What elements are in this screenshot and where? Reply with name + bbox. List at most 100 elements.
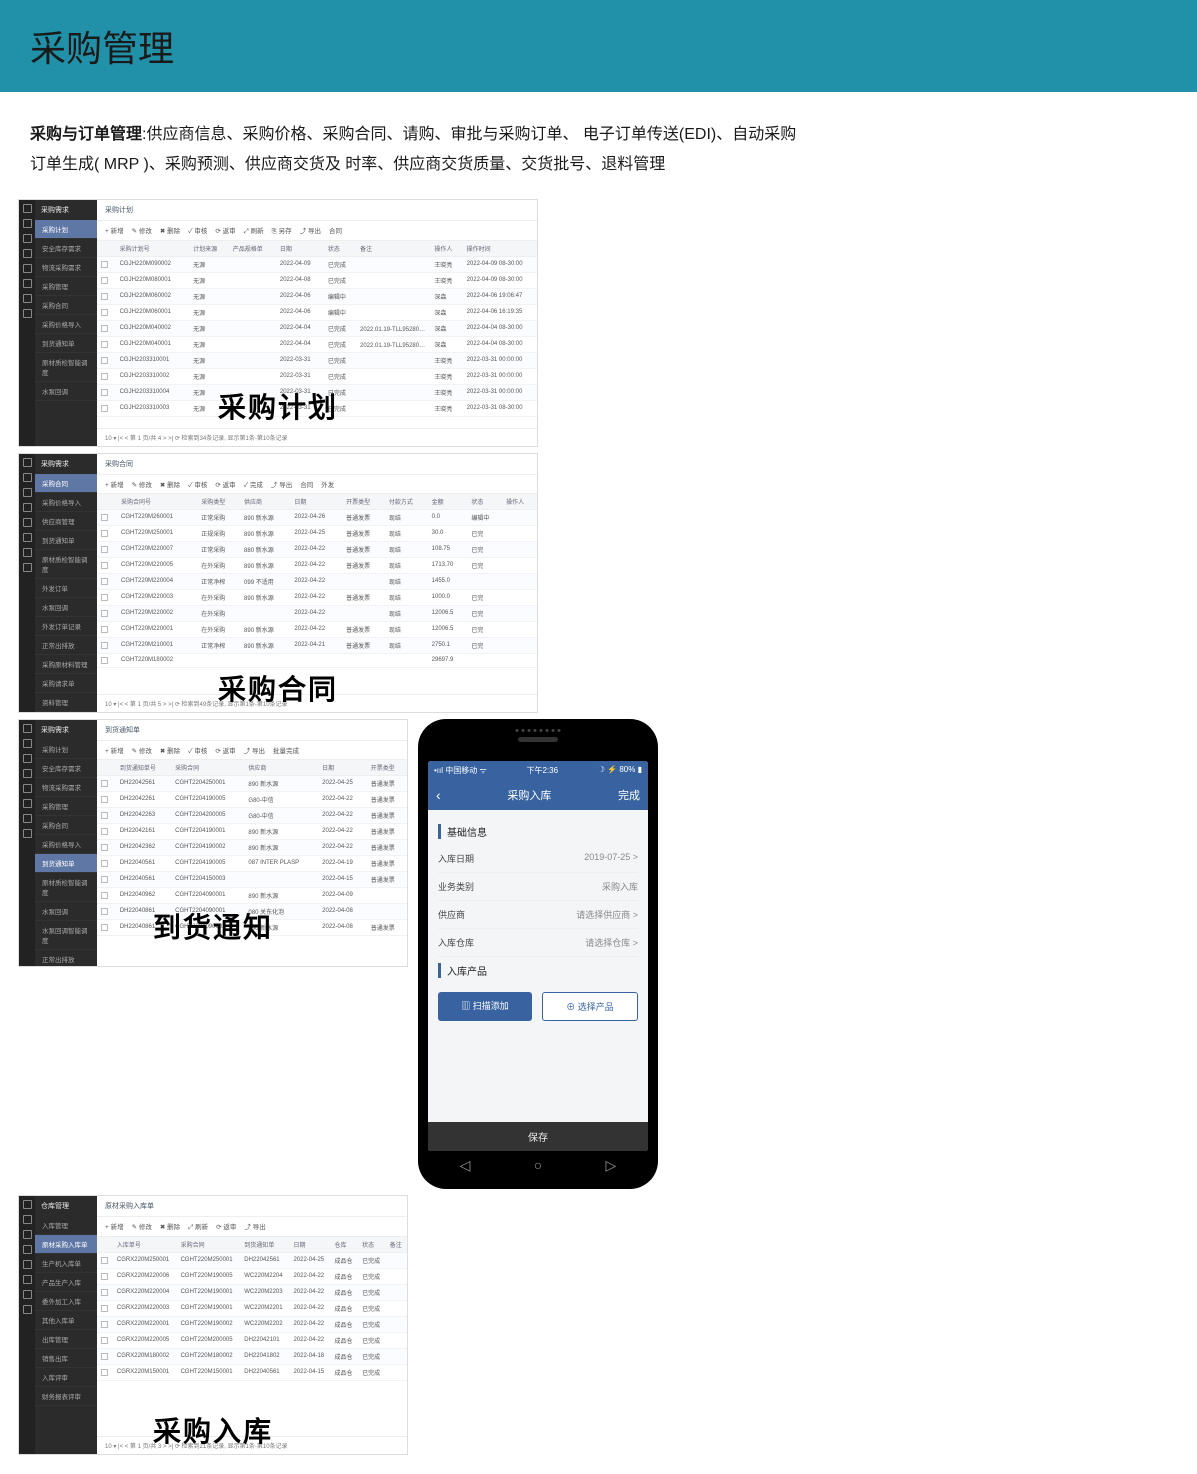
table-row[interactable]: CGJH220M060001无源2022-04-06编辑中深森2022-04-0…: [97, 304, 537, 320]
row-checkbox[interactable]: [101, 796, 108, 803]
sidebar-item[interactable]: 外发订单: [35, 579, 97, 598]
table-row[interactable]: CGHT220M220001在外采购890 新水源2022-04-22普通发票现…: [97, 621, 537, 637]
rail-icon[interactable]: [23, 1230, 32, 1239]
table-row[interactable]: CGRX220M220004CGHT220M190001WC220M220320…: [97, 1284, 407, 1300]
column-header[interactable]: 付款方式: [385, 494, 428, 510]
column-header[interactable]: 日期: [318, 760, 367, 776]
rail-icon[interactable]: [23, 1305, 32, 1314]
table-row[interactable]: CGJH2203310004无源2022-03-31已完成王晓亮2022-03-…: [97, 384, 537, 400]
column-header[interactable]: 采购合同: [177, 1237, 241, 1253]
toolbar-button[interactable]: ✎ 修改: [132, 1221, 152, 1232]
column-header[interactable]: 状态: [467, 494, 502, 510]
toolbar-button[interactable]: ⟳ 返审: [216, 1221, 236, 1232]
table-row[interactable]: CGRX220M220003CGHT220M190001WC220M220120…: [97, 1300, 407, 1316]
sidebar-item[interactable]: 原材质检智能调度: [35, 873, 97, 902]
toolbar-button[interactable]: ⤴ 导出: [271, 479, 292, 489]
sidebar-item[interactable]: 销售出库: [35, 1349, 97, 1368]
column-header[interactable]: 备注: [356, 241, 430, 257]
rail-icon[interactable]: [23, 488, 32, 497]
rail-icon[interactable]: [23, 1290, 32, 1299]
rail-icon[interactable]: [23, 249, 32, 258]
row-checkbox[interactable]: [101, 876, 108, 883]
row-checkbox[interactable]: [101, 357, 108, 364]
sidebar-item[interactable]: 其他入库单: [35, 1311, 97, 1330]
column-header[interactable]: 采购类型: [197, 494, 240, 510]
recent-soft-key[interactable]: ▷: [606, 1157, 617, 1174]
toolbar-button[interactable]: ⤢ 刷新: [188, 1221, 208, 1232]
column-header[interactable]: 仓库: [331, 1237, 359, 1253]
column-header[interactable]: 金额: [428, 494, 468, 510]
rail-icon[interactable]: [23, 1260, 32, 1269]
toolbar-button[interactable]: ⎘ 另存: [272, 225, 292, 236]
table-row[interactable]: DH22042362CGHT2204190002890 新水源2022-04-2…: [97, 839, 407, 855]
done-button[interactable]: 完成: [618, 787, 640, 803]
toolbar-button[interactable]: ⟳ 返审: [215, 225, 235, 236]
row-checkbox[interactable]: [101, 924, 108, 931]
table-row[interactable]: CGJH220M080001无源2022-04-08已完成王晓亮2022-04-…: [97, 272, 537, 288]
table-row[interactable]: DH22042261CGHT2204190005G80-中信2022-04-22…: [97, 791, 407, 807]
row-checkbox[interactable]: [101, 405, 108, 412]
toolbar-button[interactable]: ⟳ 返审: [215, 479, 235, 489]
toolbar-button[interactable]: 批量完成: [273, 745, 299, 755]
table-row[interactable]: DH22040962CGHT2204090001890 新水源2022-04-0…: [97, 887, 407, 903]
row-checkbox[interactable]: [101, 828, 108, 835]
row-checkbox[interactable]: [101, 1321, 108, 1328]
table-row[interactable]: CGRX220M250001CGHT220M250001DH2204256120…: [97, 1252, 407, 1268]
sidebar-item[interactable]: 物流采购需求: [35, 778, 97, 797]
pager[interactable]: 10 ▾ |< < 第 1 页/共 4 > >| ⟳ 检索到34条记录, 显示第…: [97, 428, 537, 446]
table-row[interactable]: CGHT220M18000229697.9: [97, 653, 537, 667]
rail-icon[interactable]: [23, 799, 32, 808]
toolbar-button[interactable]: ✓ 审核: [188, 479, 207, 489]
table-row[interactable]: CGHT220M220003在外采购890 新水源2022-04-22普通发票现…: [97, 589, 537, 605]
row-checkbox[interactable]: [101, 373, 108, 380]
table-row[interactable]: CGRX220M180002CGHT220M180002DH2204180220…: [97, 1348, 407, 1364]
rail-icon[interactable]: [23, 754, 32, 763]
scan-add-button[interactable]: ▥ 扫描添加: [438, 992, 532, 1021]
toolbar-button[interactable]: ✖ 删除: [160, 1221, 180, 1232]
rail-icon[interactable]: [23, 1275, 32, 1284]
column-header[interactable]: 供应商: [244, 760, 318, 776]
toolbar-button[interactable]: ✖ 删除: [160, 225, 180, 236]
rail-icon[interactable]: [23, 279, 32, 288]
row-checkbox[interactable]: [101, 1273, 108, 1280]
table-row[interactable]: CGHT220M220005在外采购890 新水源2022-04-22普通发票现…: [97, 557, 537, 573]
column-header[interactable]: 产品规格单: [229, 241, 276, 257]
toolbar-button[interactable]: + 新增: [105, 745, 124, 755]
sidebar-item[interactable]: 采购合同: [35, 296, 97, 315]
sidebar-item[interactable]: 到货通知单: [35, 531, 97, 550]
table-row[interactable]: DH22040561CGHT2204190005087 INTER PLASP2…: [97, 855, 407, 871]
home-soft-key[interactable]: ○: [534, 1157, 542, 1174]
sidebar-item[interactable]: 采购请求单: [35, 674, 97, 693]
sidebar-item[interactable]: 采购管理: [35, 797, 97, 816]
row-checkbox[interactable]: [101, 642, 108, 649]
toolbar-button[interactable]: ⤴ 导出: [244, 1221, 265, 1232]
toolbar-button[interactable]: + 新增: [105, 479, 124, 489]
toolbar-button[interactable]: ⟳ 返审: [215, 745, 235, 755]
toolbar-button[interactable]: ✎ 修改: [132, 745, 152, 755]
column-header[interactable]: 计划来源: [189, 241, 229, 257]
row-checkbox[interactable]: [101, 626, 108, 633]
row-checkbox[interactable]: [101, 277, 108, 284]
toolbar-button[interactable]: ✎ 修改: [132, 479, 152, 489]
column-header[interactable]: 开票类型: [342, 494, 385, 510]
rail-icon[interactable]: [23, 473, 32, 482]
table-row[interactable]: DH22040561CGHT22041500032022-04-15普通发票: [97, 871, 407, 887]
sidebar-item[interactable]: 产品生产入库: [35, 1273, 97, 1292]
row-checkbox[interactable]: [101, 1369, 108, 1376]
sidebar-item[interactable]: 采购管理: [35, 277, 97, 296]
column-header[interactable]: 日期: [276, 241, 324, 257]
toolbar-button[interactable]: 外发: [321, 479, 334, 489]
sidebar-item[interactable]: 财务报表评审: [35, 1387, 97, 1406]
form-row[interactable]: 业务类别采购入库: [438, 873, 638, 901]
row-checkbox[interactable]: [101, 1353, 108, 1360]
column-header[interactable]: 到货通知单: [240, 1237, 289, 1253]
sidebar-item[interactable]: 采购计划: [35, 740, 97, 759]
rail-icon[interactable]: [23, 518, 32, 527]
sidebar-item[interactable]: 采购合同: [35, 816, 97, 835]
form-row[interactable]: 入库仓库请选择仓库 >: [438, 929, 638, 957]
rail-icon[interactable]: [23, 458, 32, 467]
column-header[interactable]: 到货通知单号: [116, 760, 171, 776]
column-header[interactable]: 日期: [289, 1237, 330, 1253]
sidebar-item[interactable]: 采购价格导入: [35, 493, 97, 512]
toolbar-button[interactable]: ⤢ 刷新: [244, 225, 264, 236]
